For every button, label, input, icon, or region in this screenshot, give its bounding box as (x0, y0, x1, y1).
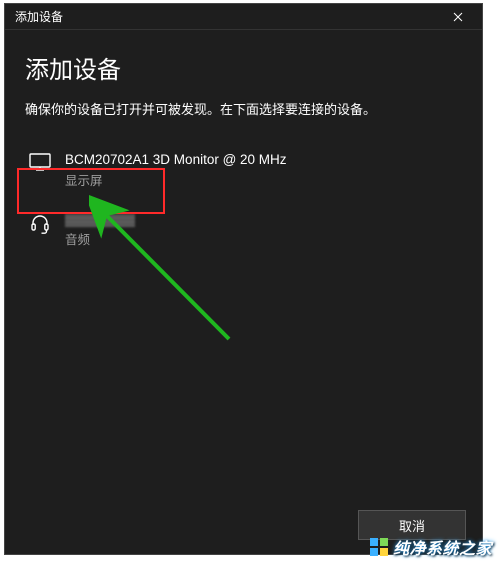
watermark-logo-icon (369, 537, 389, 557)
device-name: BCM20702A1 3D Monitor @ 20 MHz (65, 151, 287, 169)
close-button[interactable] (440, 6, 476, 28)
close-icon (453, 12, 463, 22)
device-item-audio[interactable]: 音频 (25, 205, 462, 255)
titlebar: 添加设备 (5, 4, 482, 30)
cancel-label: 取消 (399, 516, 425, 535)
watermark-text: 纯净系统之家 (393, 535, 492, 559)
monitor-icon (29, 151, 55, 176)
page-title: 添加设备 (25, 50, 462, 85)
page-subtitle: 确保你的设备已打开并可被发现。在下面选择要连接的设备。 (25, 101, 462, 119)
headset-icon (29, 211, 55, 240)
device-item-monitor[interactable]: BCM20702A1 3D Monitor @ 20 MHz 显示屏 (25, 145, 462, 195)
window-title: 添加设备 (15, 8, 440, 25)
device-info: BCM20702A1 3D Monitor @ 20 MHz 显示屏 (55, 151, 287, 189)
dialog-content: 添加设备 确保你的设备已打开并可被发现。在下面选择要连接的设备。 BCM2070… (5, 30, 482, 254)
add-device-dialog: 添加设备 添加设备 确保你的设备已打开并可被发现。在下面选择要连接的设备。 BC… (4, 3, 483, 555)
device-type: 显示屏 (65, 170, 287, 189)
device-type: 音频 (65, 229, 135, 248)
device-name-obscured (65, 211, 135, 229)
watermark: 纯净系统之家 (369, 535, 492, 559)
device-info: 音频 (55, 211, 135, 249)
